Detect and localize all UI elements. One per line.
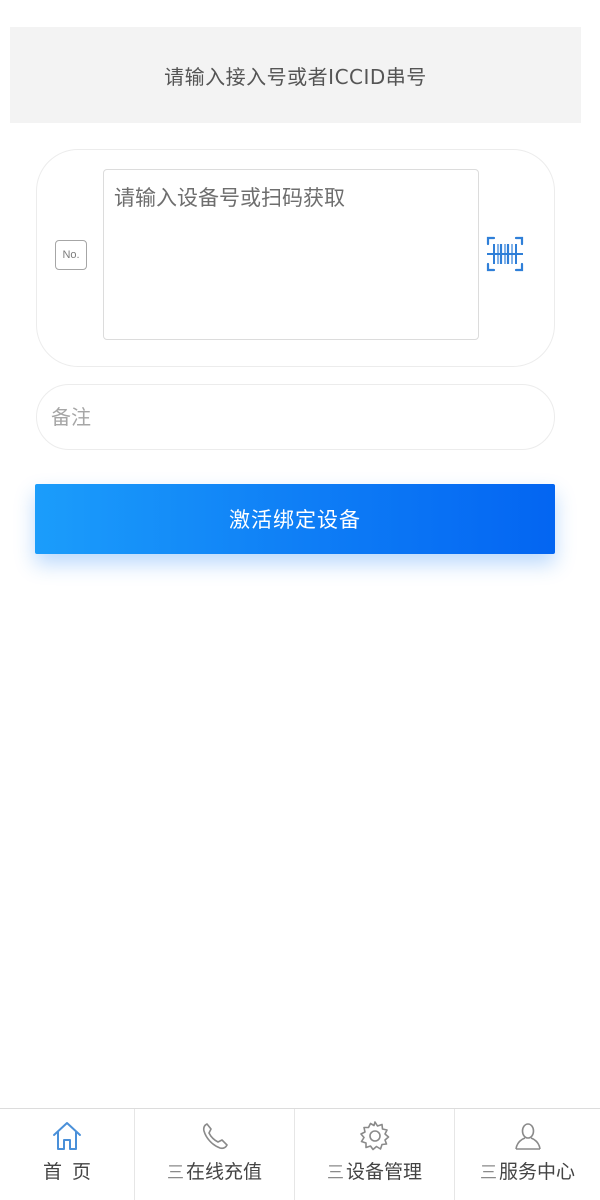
tab-home-label: 首页 [43, 1157, 101, 1184]
tab-online-recharge-label: 三在线充值 [167, 1157, 262, 1184]
gear-icon [359, 1121, 389, 1151]
user-icon [514, 1123, 541, 1150]
barcode-scan-icon[interactable] [485, 234, 525, 274]
number-icon: No. [55, 240, 87, 270]
tab-prefix: 三 [479, 1163, 497, 1183]
number-icon-text: No. [62, 249, 80, 261]
remark-field[interactable] [36, 384, 555, 450]
tab-device-management[interactable]: 三设备管理 [294, 1109, 454, 1200]
tab-online-recharge-text: 在线充值 [185, 1161, 262, 1183]
tab-prefix: 三 [326, 1163, 344, 1183]
bottom-tab-bar: 首页 三在线充值 三设备管理 三服务中心 [0, 1108, 600, 1200]
tab-home-text: 首页 [42, 1161, 101, 1183]
tab-home[interactable]: 首页 [0, 1109, 134, 1200]
device-number-card: No. [36, 149, 555, 367]
phone-icon [202, 1123, 228, 1150]
tab-device-management-label: 三设备管理 [327, 1157, 422, 1184]
tab-prefix: 三 [166, 1163, 184, 1183]
tab-online-recharge[interactable]: 三在线充值 [134, 1109, 294, 1200]
tab-service-center-label: 三服务中心 [480, 1157, 575, 1184]
home-icon [53, 1122, 81, 1150]
iccid-placeholder: 请输入接入号或者ICCID串号 [164, 64, 427, 89]
tab-service-center[interactable]: 三服务中心 [454, 1109, 600, 1200]
tab-device-management-text: 设备管理 [345, 1161, 422, 1183]
tab-service-center-text: 服务中心 [498, 1161, 575, 1183]
remark-input[interactable] [51, 385, 531, 449]
iccid-input-banner[interactable]: 请输入接入号或者ICCID串号 [10, 27, 581, 123]
device-number-input[interactable] [103, 169, 479, 340]
activate-bind-device-button[interactable]: 激活绑定设备 [35, 484, 555, 554]
